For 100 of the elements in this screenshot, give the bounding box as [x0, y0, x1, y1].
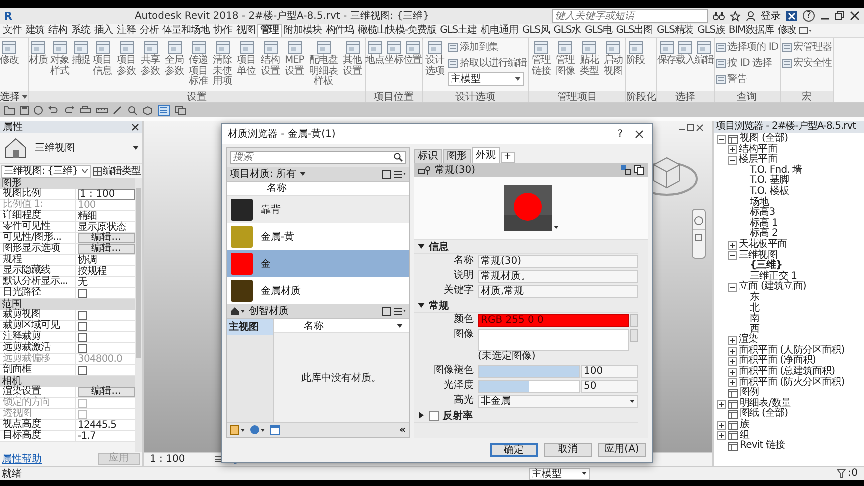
ribbon-button[interactable]: 管理链接 [529, 40, 554, 77]
dropdown[interactable]: 非金属 [478, 395, 638, 408]
ribbon-tab[interactable]: 插入 [92, 24, 116, 37]
ribbon-button[interactable]: 贴花类型 [577, 40, 602, 77]
home-icon[interactable] [230, 306, 246, 316]
ribbon-tab[interactable]: 修改 [776, 24, 799, 37]
ribbon-tab[interactable]: 注释 [115, 24, 138, 37]
checkbox[interactable] [78, 332, 87, 342]
tree-item[interactable]: 标高 1 [750, 218, 778, 230]
ribbon-tab[interactable]: 文件 [1, 24, 24, 37]
ribbon-tab[interactable]: 建筑 [24, 24, 47, 37]
x-logo-icon[interactable] [786, 10, 798, 22]
ribbon-small-button[interactable]: 宏安全性 [782, 56, 832, 70]
ribbon-tab[interactable]: 机电通用 [478, 24, 520, 37]
add-tab-button[interactable]: + [501, 152, 515, 163]
material-item[interactable]: 靠背 [227, 196, 409, 223]
ribbon-tab[interactable]: 附加模块 [282, 24, 324, 37]
ribbon-small-button[interactable]: 选择项的 ID [716, 40, 779, 54]
tree-item[interactable]: 标高 2 [750, 229, 778, 240]
number-field[interactable]: 50 [581, 380, 638, 393]
help-button[interactable]: ? [803, 10, 815, 22]
windows-icon[interactable] [175, 106, 186, 114]
ribbon-button[interactable]: 清除未使用项 [210, 40, 235, 88]
tree-item[interactable]: 天花板平面 [739, 240, 788, 251]
ribbon-tab[interactable]: 管理 [257, 24, 282, 37]
ribbon-button[interactable]: 配电盘明细表样板 [306, 40, 341, 88]
image-field[interactable] [478, 329, 629, 351]
tree-item[interactable]: 图纸 (全部) [740, 409, 788, 420]
library-item[interactable]: 主视图 [227, 319, 273, 335]
caret-icon[interactable] [554, 226, 558, 229]
ribbon-tab[interactable]: GLS出图 [614, 24, 655, 37]
ribbon-tab[interactable]: 体量和场地 [160, 24, 212, 37]
replace-asset-icon[interactable] [621, 165, 631, 175]
checkbox[interactable] [429, 410, 439, 420]
ribbon-button[interactable]: 启动视图 [601, 40, 626, 77]
edit-button[interactable]: 编辑... [78, 244, 135, 254]
ribbon-button[interactable]: 其他设置 [340, 40, 365, 77]
section-header[interactable]: 范围 [0, 299, 135, 310]
expand-arrow-icon[interactable] [418, 412, 425, 419]
checkbox[interactable] [78, 322, 87, 330]
checkbox[interactable] [78, 288, 87, 298]
search-field[interactable]: 搜索 [230, 151, 406, 164]
ribbon-tab[interactable]: GLS风 [520, 24, 552, 37]
collapse-icon[interactable] [728, 283, 737, 292]
ribbon-button[interactable]: MEP设置 [282, 40, 307, 77]
scrollbar[interactable] [135, 178, 142, 452]
star-icon[interactable] [730, 10, 741, 22]
collapse-arrow-icon[interactable] [418, 243, 425, 250]
ribbon-button[interactable]: 结构设置 [258, 40, 283, 77]
ribbon-button[interactable]: 传递项目标准 [186, 40, 211, 88]
expand-icon[interactable] [728, 368, 737, 377]
collapse-arrow-icon[interactable] [418, 302, 425, 309]
design-option-dropdown[interactable]: 主模型 [529, 468, 590, 480]
ribbon-button[interactable]: 位置 [403, 40, 422, 66]
tree-item[interactable]: 标高3 [750, 208, 776, 219]
ribbon-button[interactable]: 修改 [0, 40, 19, 66]
tree-item[interactable]: 面积平面 (总建筑面积) [739, 367, 836, 378]
edit-button[interactable]: 编辑... [78, 387, 135, 397]
ribbon-small-button[interactable]: 按 ID 选择 [716, 56, 779, 70]
ribbon-tab[interactable]: GLS土建 [438, 24, 479, 37]
text-field[interactable]: 常规(30) [478, 255, 638, 268]
ribbon-tab[interactable]: GLS族 [696, 24, 727, 37]
expand-icon[interactable] [728, 378, 737, 388]
expand-icon[interactable] [728, 357, 737, 366]
ribbon-button[interactable]: 捕捉 [72, 40, 91, 66]
tree-item[interactable]: 组 [740, 430, 750, 442]
new-material-icon[interactable] [230, 425, 246, 435]
edit-type-button[interactable]: 编辑类型 [93, 164, 141, 178]
tab[interactable]: 图形 [443, 149, 471, 163]
text-field[interactable]: 常规材质。 [478, 270, 638, 283]
expand-icon[interactable] [728, 240, 737, 250]
section-header[interactable]: 图形 [0, 178, 135, 189]
ribbon-small-button[interactable]: 宏管理器 [782, 40, 832, 54]
restore-icon[interactable] [835, 11, 845, 21]
collapse-icon[interactable] [728, 156, 737, 165]
binoculars-icon[interactable] [713, 11, 725, 21]
ribbon-button[interactable]: 设计选项 [423, 40, 448, 77]
ribbon-tab[interactable]: GLS水 [552, 24, 584, 37]
view-selector[interactable]: 三维视图: {三维} [1, 164, 91, 178]
ribbon-tab[interactable]: GLS电 [583, 24, 614, 37]
tree-item[interactable]: 场地 [750, 198, 770, 208]
tree-item[interactable]: 南 [750, 314, 760, 325]
expand-icon[interactable] [728, 336, 737, 346]
ribbon-button[interactable]: 对象样式 [48, 40, 72, 77]
help-button[interactable]: ? [618, 128, 623, 140]
ruler-icon[interactable] [96, 106, 108, 114]
tree-item[interactable]: 渲染 [739, 335, 758, 346]
expand-icon[interactable] [717, 400, 726, 409]
redo-icon[interactable] [64, 106, 75, 114]
undo-icon[interactable] [48, 106, 59, 114]
tree-item[interactable]: 东 [750, 292, 760, 304]
caret-icon[interactable] [133, 146, 139, 150]
collapse-icon[interactable] [717, 134, 726, 144]
edit-button[interactable]: 编辑... [78, 233, 135, 243]
checkbox[interactable] [78, 310, 87, 320]
tree-item[interactable]: {三维} [750, 261, 783, 272]
expand-icon[interactable] [717, 431, 726, 440]
close-icon[interactable] [132, 124, 139, 130]
ribbon-button[interactable]: 地点 [366, 40, 384, 66]
expand-icon[interactable] [717, 420, 726, 430]
